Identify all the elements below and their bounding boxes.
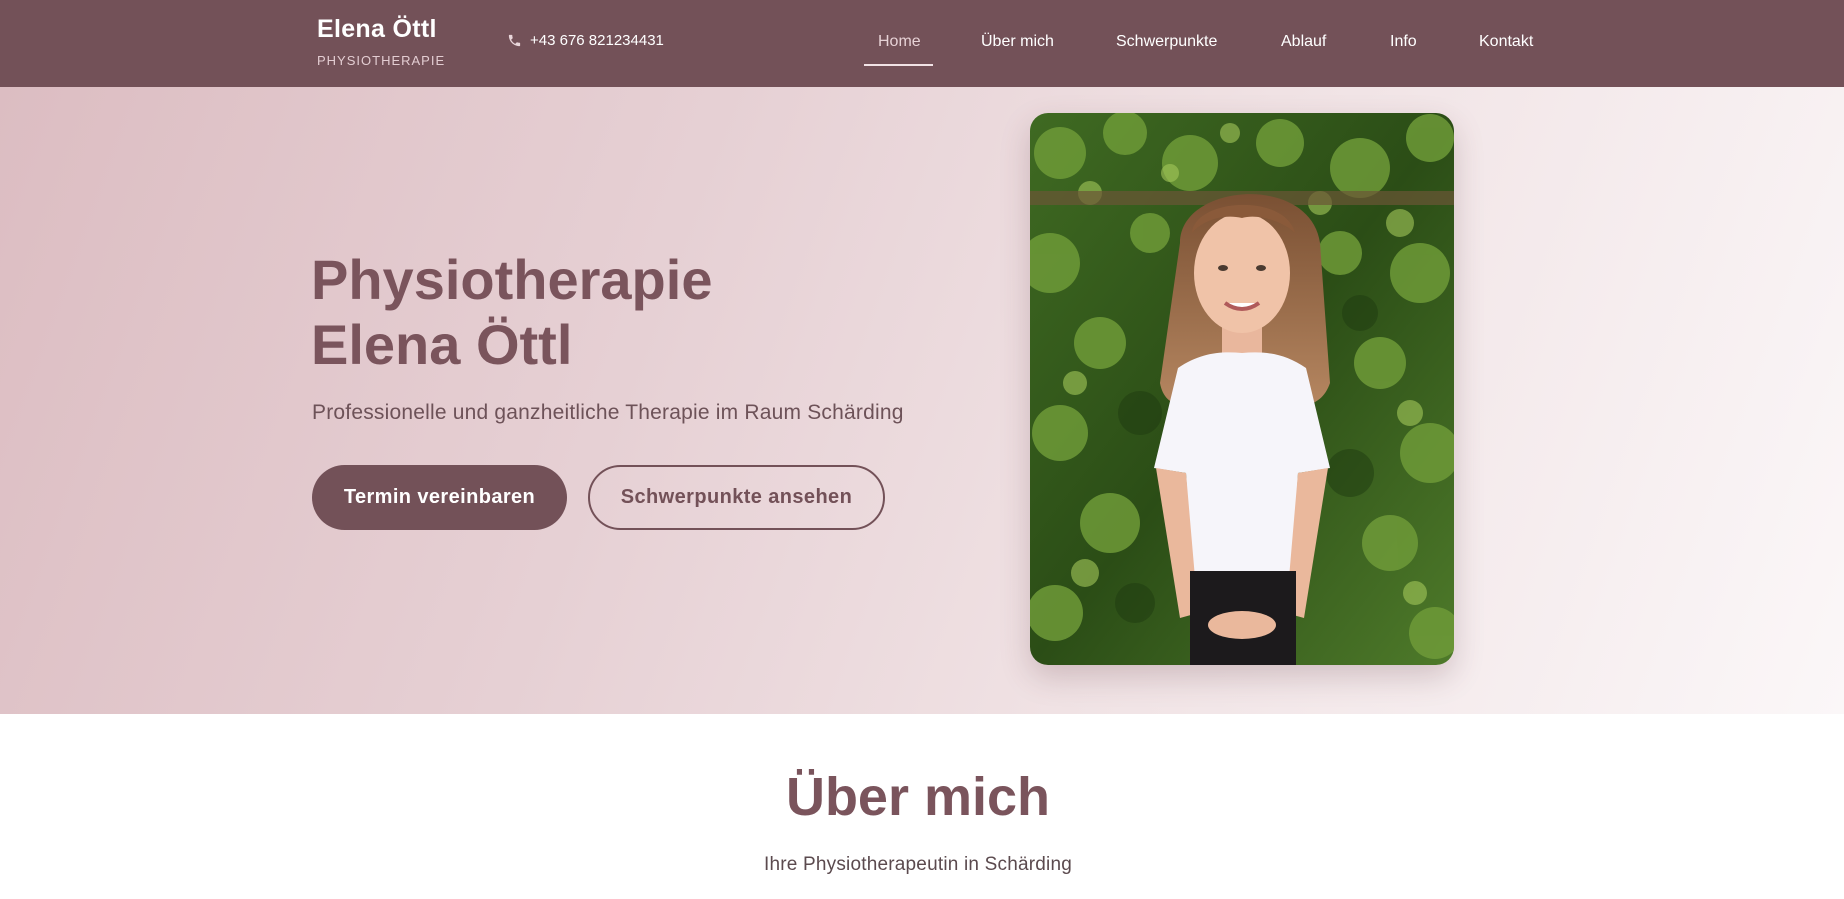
nav-info[interactable]: Info	[1390, 33, 1417, 51]
nav-kontakt[interactable]: Kontakt	[1479, 33, 1533, 51]
nav-schwerpunkte[interactable]: Schwerpunkte	[1116, 33, 1217, 51]
hero-section: Physiotherapie Elena Öttl Professionelle…	[0, 87, 1844, 714]
brand-logo[interactable]: Elena Öttl PHYSIOTHERAPIE	[317, 15, 445, 69]
view-focus-areas-button[interactable]: Schwerpunkte ansehen	[588, 465, 885, 530]
brand-subtitle: PHYSIOTHERAPIE	[317, 53, 446, 68]
book-appointment-button[interactable]: Termin vereinbaren	[312, 465, 567, 530]
about-subtitle: Ihre Physiotherapeutin in Schärding	[763, 854, 1073, 875]
nav-ablauf[interactable]: Ablauf	[1281, 33, 1326, 51]
phone-link[interactable]: +43 676 821234431	[507, 32, 664, 49]
phone-number: +43 676 821234431	[530, 32, 664, 49]
hero-title: Physiotherapie Elena Öttl	[311, 247, 712, 377]
brand-name: Elena Öttl	[317, 15, 437, 43]
phone-icon	[507, 33, 522, 48]
hero-subtitle: Professionelle und ganzheitliche Therapi…	[312, 401, 904, 424]
nav-home[interactable]: Home	[878, 33, 921, 51]
nav-ueber-mich[interactable]: Über mich	[981, 33, 1054, 51]
site-header: Elena Öttl PHYSIOTHERAPIE +43 676 821234…	[0, 0, 1844, 87]
hero-title-line-1: Physiotherapie	[311, 248, 713, 311]
hero-title-line-2: Elena Öttl	[311, 313, 573, 376]
portrait-photo	[1030, 113, 1454, 665]
nav-active-indicator	[864, 64, 933, 66]
about-title: Über mich	[785, 767, 1051, 827]
